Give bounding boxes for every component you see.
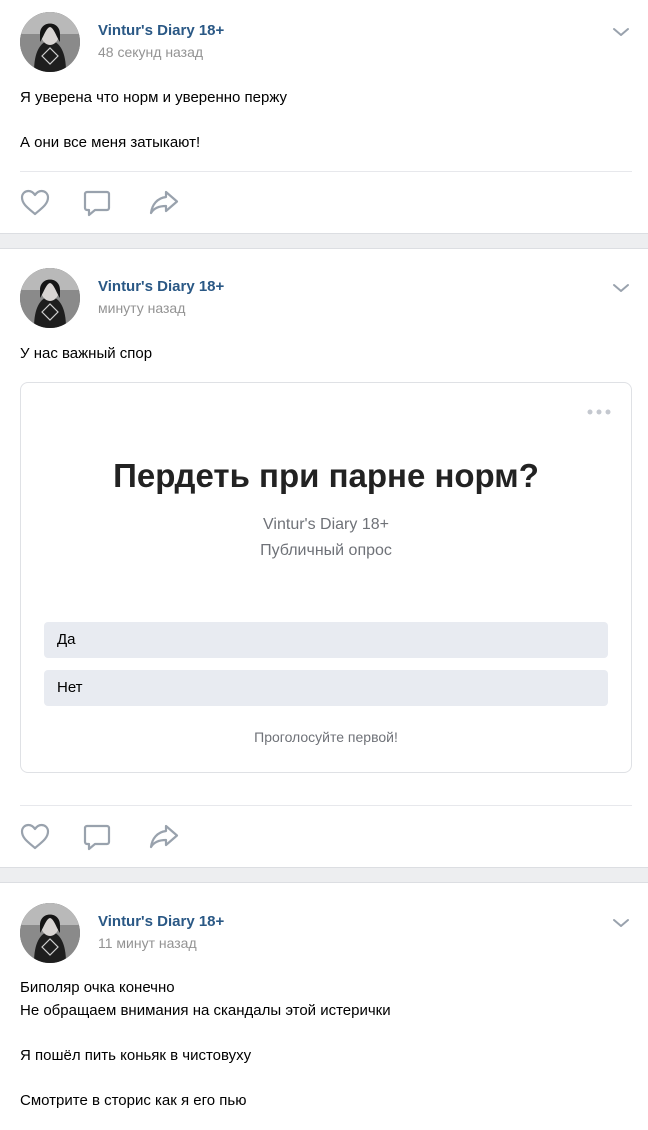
poll-footer: Проголосуйте первой! xyxy=(254,729,398,745)
post-header: Vintur's Diary 18+ 11 минут назад xyxy=(0,884,648,964)
feed-separator xyxy=(0,233,648,249)
share-icon[interactable] xyxy=(148,187,180,219)
poll-option-yes[interactable]: Да xyxy=(44,622,608,658)
heart-icon[interactable] xyxy=(19,187,51,219)
chevron-down-icon[interactable] xyxy=(612,916,630,928)
chevron-down-icon[interactable] xyxy=(612,281,630,293)
post-header: Vintur's Diary 18+ 48 секунд назад xyxy=(0,0,648,80)
post-header: Vintur's Diary 18+ минуту назад xyxy=(0,249,648,329)
post-text-line: У нас важный спор xyxy=(20,345,153,362)
post-time[interactable]: минуту назад xyxy=(98,300,185,316)
post-text-line: Не обращаем внимания на скандалы этой ис… xyxy=(20,1002,391,1019)
poll-card: Пердеть при парне норм? Vintur's Diary 1… xyxy=(20,382,632,773)
post-text: Биполяр очка конечно Не обращаем внимани… xyxy=(20,976,620,1112)
avatar[interactable] xyxy=(20,12,80,72)
post-text-line: Я уверена что норм и уверенно пержу xyxy=(20,89,288,106)
post-actions xyxy=(0,187,648,227)
post-text-line: Я пошёл пить коньяк в чистовуху xyxy=(20,1047,252,1064)
more-dots-icon[interactable] xyxy=(587,403,611,415)
avatar[interactable] xyxy=(20,268,80,328)
post-time[interactable]: 48 секунд назад xyxy=(98,44,203,60)
comment-icon[interactable] xyxy=(81,187,113,219)
post-text-gap xyxy=(20,1022,620,1044)
post-text: У нас важный спор xyxy=(20,342,620,365)
post-text: Я уверена что норм и уверенно пержу А он… xyxy=(20,86,620,154)
post-author[interactable]: Vintur's Diary 18+ xyxy=(98,913,224,930)
poll-option-label: Нет xyxy=(57,679,83,696)
post-text-line: А они все меня затыкают! xyxy=(20,134,201,151)
post-1: Vintur's Diary 18+ 48 секунд назад Я уве… xyxy=(0,0,648,233)
post-author[interactable]: Vintur's Diary 18+ xyxy=(98,22,224,39)
feed: Vintur's Diary 18+ 48 секунд назад Я уве… xyxy=(0,0,648,1130)
post-time[interactable]: 11 минут назад xyxy=(98,935,197,951)
poll-question: Пердеть при парне норм? xyxy=(113,457,539,494)
post-text-line: Смотрите в сторис как я его пью xyxy=(20,1092,247,1109)
divider xyxy=(20,171,632,172)
post-text-line: Биполяр очка конечно xyxy=(20,979,175,996)
heart-icon[interactable] xyxy=(19,821,51,853)
share-icon[interactable] xyxy=(148,821,180,853)
comment-icon[interactable] xyxy=(81,821,113,853)
post-actions xyxy=(0,821,648,861)
poll-option-label: Да xyxy=(57,631,76,648)
poll-option-no[interactable]: Нет xyxy=(44,670,608,706)
post-3: Vintur's Diary 18+ 11 минут назад Биполя… xyxy=(0,884,648,1130)
post-author[interactable]: Vintur's Diary 18+ xyxy=(98,278,224,295)
chevron-down-icon[interactable] xyxy=(612,25,630,37)
divider xyxy=(20,805,632,806)
post-text-gap xyxy=(20,1067,620,1089)
post-text-gap xyxy=(20,109,620,131)
feed-separator xyxy=(0,867,648,883)
poll-type: Публичный опрос xyxy=(260,542,392,559)
avatar[interactable] xyxy=(20,903,80,963)
poll-owner[interactable]: Vintur's Diary 18+ xyxy=(21,516,631,534)
